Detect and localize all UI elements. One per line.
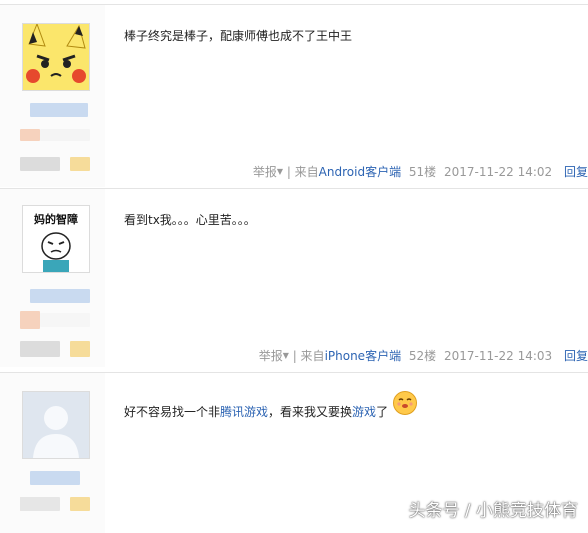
client-link[interactable]: iPhone客户端 — [325, 349, 402, 363]
post-tail: 举报▼ | 来自iPhone客户端 52楼 2017-11-22 14:03 回… — [259, 347, 588, 364]
reply-link[interactable]: 回复 — [564, 165, 588, 179]
floor-number: 52楼 — [408, 349, 437, 363]
post-time: 2017-11-22 14:03 — [444, 349, 553, 363]
tencent-games-link[interactable]: 腾讯游戏 — [220, 405, 268, 419]
user-avatar[interactable]: 妈的智障 — [22, 205, 90, 273]
user-sidebar: 妈的智障 — [0, 189, 105, 367]
badge-icon-blurred — [70, 341, 90, 357]
post-content: 好不容易找一个非腾讯游戏，看来我又要换游戏了 — [124, 405, 389, 419]
level-badge-blurred — [20, 129, 40, 141]
source-prefix: | 来自 — [292, 349, 325, 363]
user-sidebar — [0, 5, 105, 187]
badge-blurred — [20, 497, 60, 511]
source-prefix: | 来自 — [286, 165, 319, 179]
user-sidebar — [0, 373, 105, 533]
badge-icon-blurred — [70, 497, 90, 511]
badge-icon-blurred — [70, 157, 90, 171]
post-floor-52: 妈的智障 看到tx我。。。心里苦。。。 举报▼ | 来自iPhone客户端 52… — [0, 188, 588, 367]
username-blurred[interactable] — [30, 471, 80, 485]
reply-link[interactable]: 回复 — [564, 349, 588, 363]
user-avatar[interactable] — [22, 23, 90, 91]
post-tail: 举报▼ | 来自Android客户端 51楼 2017-11-22 14:02 … — [253, 163, 588, 180]
post-content: 棒子终究是棒子，配康师傅也成不了王中王 — [124, 29, 353, 43]
level-bar-blurred — [40, 313, 90, 327]
badge-blurred — [20, 341, 60, 357]
report-link[interactable]: 举报▼ — [259, 349, 289, 363]
badge-blurred — [20, 157, 60, 171]
dropdown-arrow-icon[interactable]: ▼ — [283, 351, 289, 360]
floor-number: 51楼 — [408, 165, 437, 179]
meme-face-avatar-image — [41, 232, 71, 272]
games-link[interactable]: 游戏 — [352, 405, 376, 419]
post-content: 看到tx我。。。心里苦。。。 — [124, 213, 256, 227]
post-time: 2017-11-22 14:02 — [444, 165, 553, 179]
username-blurred[interactable] — [30, 289, 90, 303]
level-badge-blurred — [20, 311, 40, 329]
watermark-text: 头条号 / 小熊竞技体育 — [408, 501, 578, 521]
client-link[interactable]: Android客户端 — [319, 165, 401, 179]
report-link[interactable]: 举报▼ — [253, 165, 283, 179]
user-avatar[interactable] — [22, 391, 90, 459]
post-floor-51: 棒子终究是棒子，配康师傅也成不了王中王 举报▼ | 来自Android客户端 5… — [0, 4, 588, 187]
dropdown-arrow-icon[interactable]: ▼ — [277, 167, 283, 176]
smiley-emoji-icon — [393, 391, 417, 415]
username-blurred[interactable] — [30, 103, 88, 117]
pikachu-avatar-image — [23, 24, 89, 90]
level-bar-blurred — [40, 129, 90, 141]
default-user-avatar-image — [23, 392, 89, 458]
